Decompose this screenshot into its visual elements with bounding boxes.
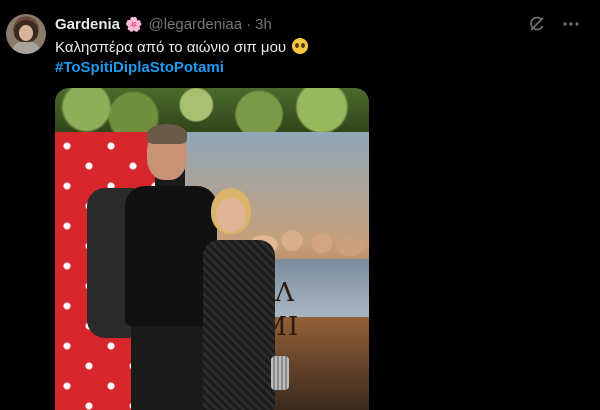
avatar-face bbox=[19, 25, 33, 41]
user-handle[interactable]: @legardeniaa bbox=[148, 16, 242, 33]
woman-figure bbox=[203, 188, 289, 410]
tweet-text: Καλησπέρα από το αιώνιο σιπ μου bbox=[55, 38, 309, 58]
tweet[interactable]: Gardenia 🌸 @legardeniaa · 3h Καλησπέρα α… bbox=[0, 0, 588, 410]
pleading-face-icon bbox=[292, 38, 309, 54]
separator-dot: · bbox=[246, 15, 252, 33]
woman-face bbox=[216, 198, 246, 232]
page: Gardenia 🌸 @legardeniaa · 3h Καλησπέρα α… bbox=[0, 0, 600, 410]
tweet-text-body: Καλησπέρα από το αιώνιο σιπ μου bbox=[55, 39, 287, 56]
woman-clutch bbox=[271, 356, 289, 390]
man-legs bbox=[131, 326, 211, 410]
tweet-header: Gardenia 🌸 @legardeniaa · 3h bbox=[55, 14, 272, 34]
tweet-photo[interactable]: Ι ΔΙΠΛ ΟΤΑΜΙ bbox=[55, 88, 369, 410]
grok-icon[interactable] bbox=[527, 14, 547, 34]
tweet-timestamp[interactable]: 3h bbox=[255, 16, 272, 33]
avatar[interactable] bbox=[6, 14, 46, 54]
hashtag-link[interactable]: #ToSpitiDiplaStoPotami bbox=[55, 58, 224, 78]
man-figure bbox=[87, 124, 217, 410]
woman-dress bbox=[203, 240, 275, 410]
tweet-actions-top bbox=[527, 14, 581, 34]
man-hair bbox=[147, 124, 187, 144]
avatar-body bbox=[12, 41, 40, 54]
cherry-blossom-icon: 🌸 bbox=[125, 15, 143, 32]
display-name[interactable]: Gardenia bbox=[55, 16, 120, 33]
more-icon[interactable] bbox=[561, 14, 581, 34]
